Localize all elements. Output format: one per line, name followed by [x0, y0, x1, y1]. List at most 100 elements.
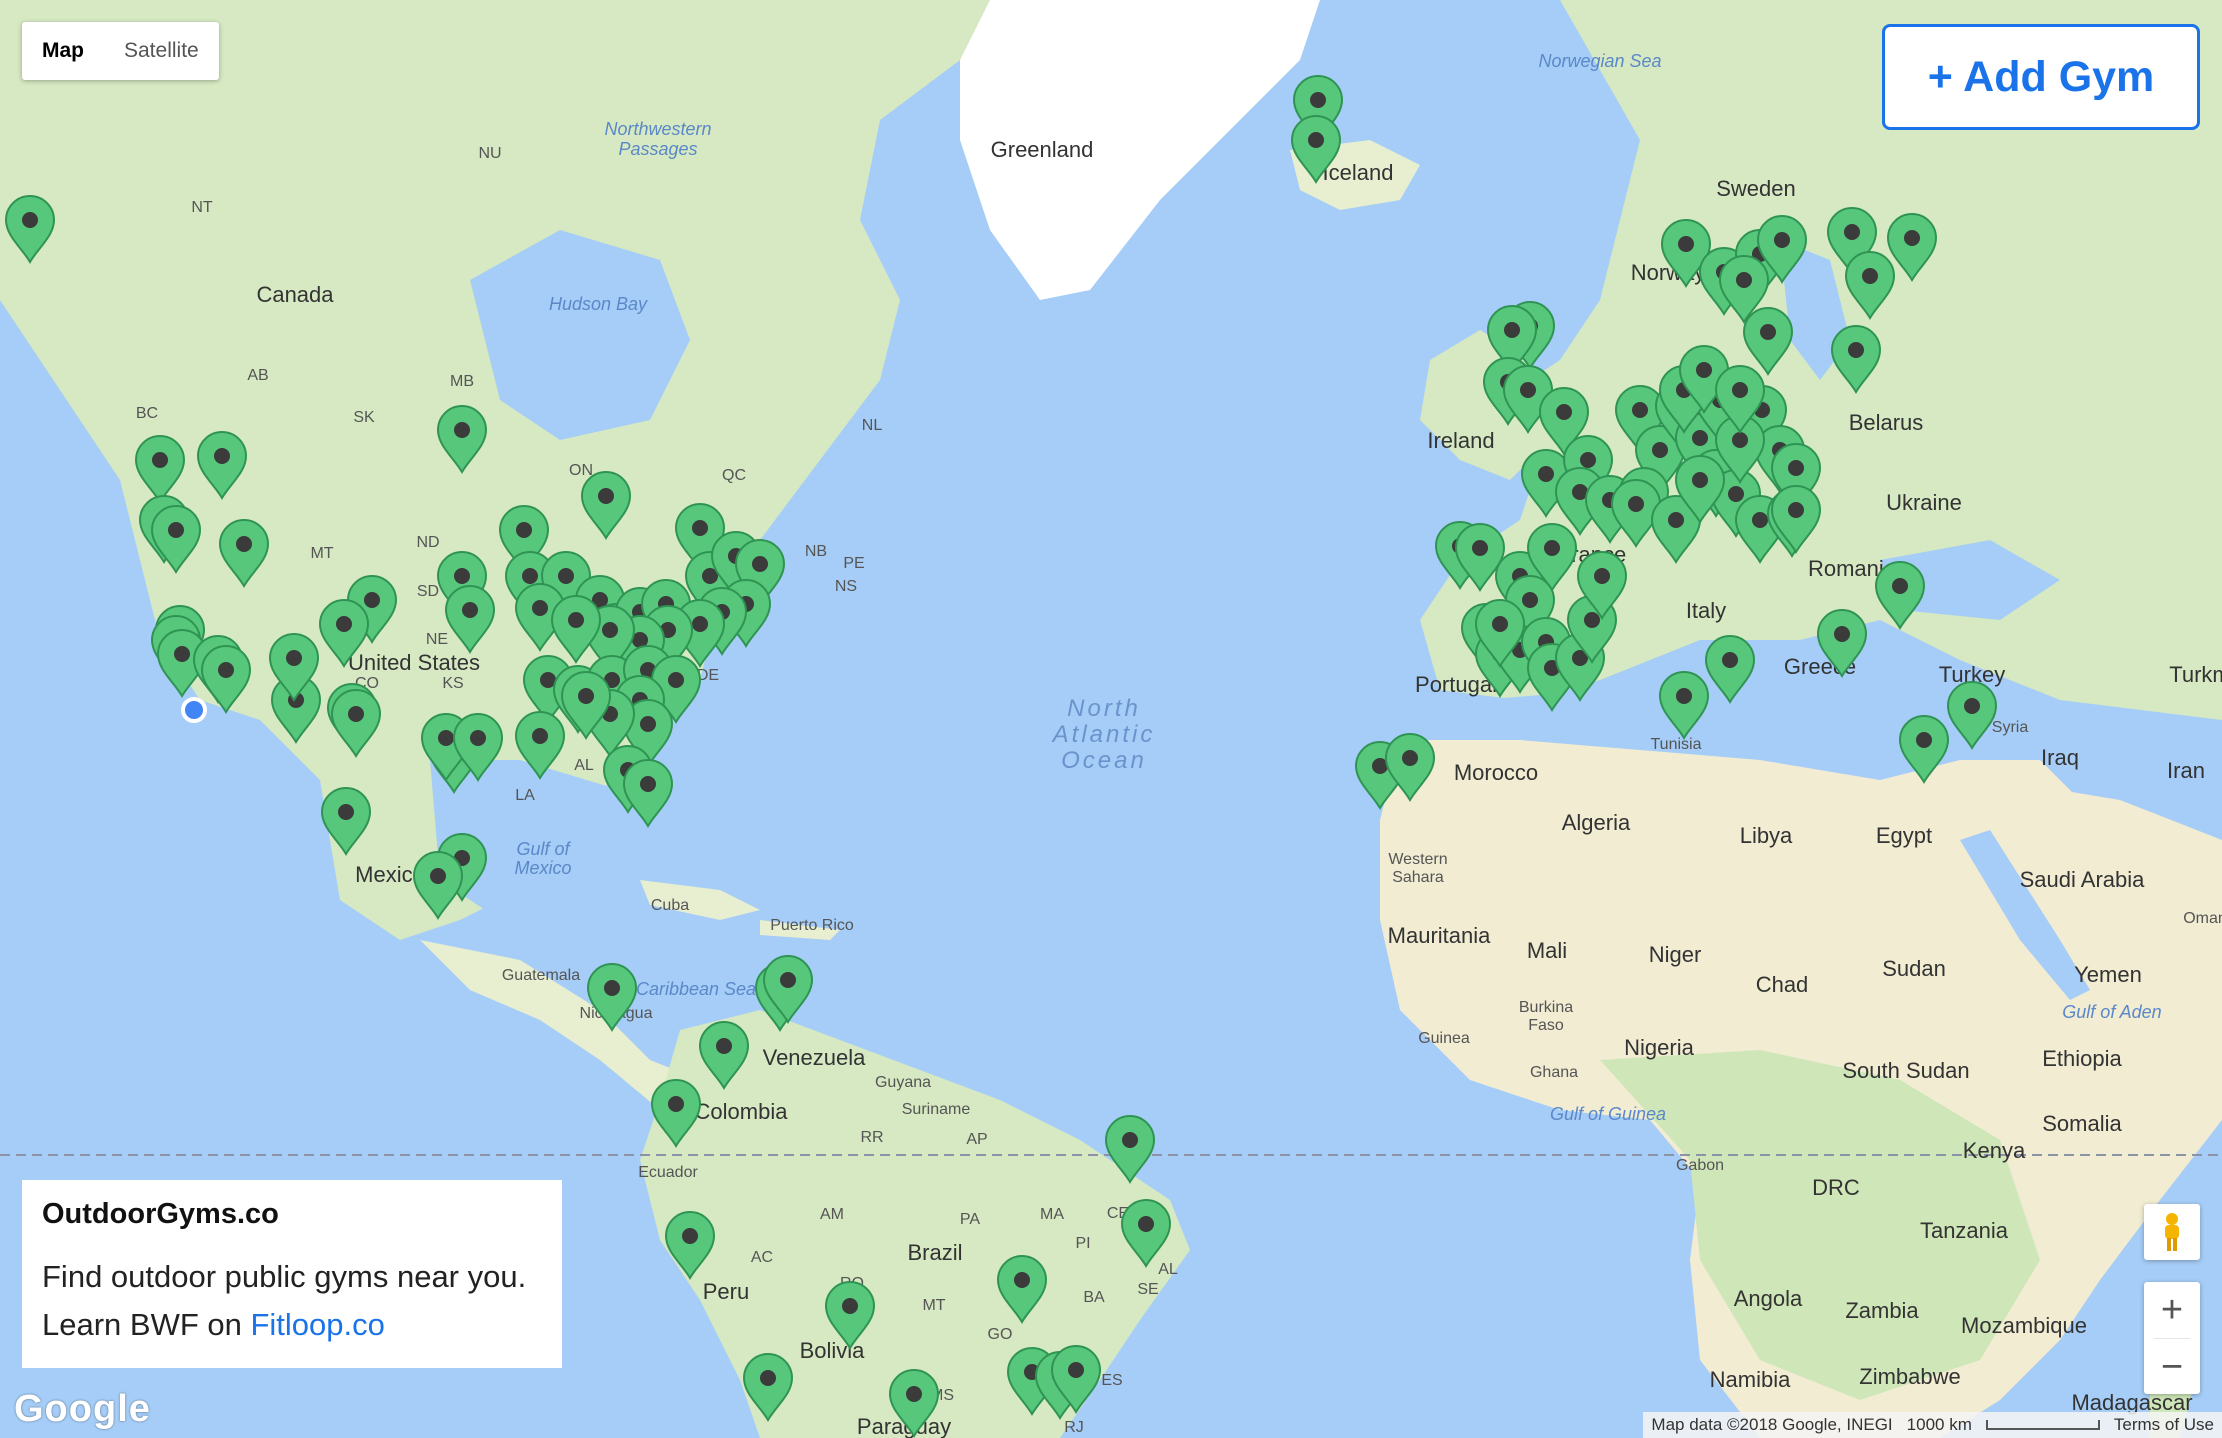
gym-marker-dot [640, 776, 656, 792]
gym-marker-dot [1788, 460, 1804, 476]
label-ne: NE [426, 631, 448, 648]
label-western-sahara-1: Western [1388, 851, 1447, 868]
label-egypt: Egypt [1876, 823, 1932, 848]
label-burkina-1: Burkina [1519, 999, 1573, 1016]
label-zambia: Zambia [1845, 1298, 1919, 1323]
gym-marker-dot [760, 1370, 776, 1386]
gym-marker-dot [1594, 568, 1610, 584]
gym-marker-dot [470, 730, 486, 746]
label-angola: Angola [1734, 1286, 1803, 1311]
label-norwegian-sea: Norwegian Sea [1538, 51, 1661, 71]
label-ks: KS [442, 675, 463, 692]
label-gulf-guinea: Gulf of Guinea [1550, 1104, 1666, 1124]
label-nd: ND [416, 534, 439, 551]
label-ocean: Ocean [1061, 747, 1147, 774]
label-se: SE [1137, 1281, 1158, 1298]
label-somalia: Somalia [2042, 1111, 2122, 1136]
label-gulf-aden: Gulf of Aden [2062, 1002, 2161, 1022]
gym-marker-dot [1520, 382, 1536, 398]
label-hudson-bay: Hudson Bay [549, 294, 648, 314]
label-morocco: Morocco [1454, 760, 1538, 785]
label-mt2: MT [922, 1297, 945, 1314]
label-gabon: Gabon [1676, 1157, 1724, 1174]
gym-marker-dot [1728, 486, 1744, 502]
brand-name: OutdoorGyms.co [42, 1198, 279, 1230]
zoom-out-button[interactable]: − [2144, 1339, 2200, 1395]
label-brazil: Brazil [907, 1240, 962, 1265]
label-nt: NT [191, 199, 213, 216]
gym-marker-dot [236, 536, 252, 552]
label-ac: AC [751, 1249, 773, 1266]
label-saudi-arabia: Saudi Arabia [2020, 867, 2146, 892]
gym-marker-dot [558, 568, 574, 584]
label-mt: MT [310, 545, 333, 562]
label-colombia: Colombia [695, 1099, 789, 1124]
gym-marker-dot [532, 600, 548, 616]
street-view-pegman[interactable] [2144, 1204, 2200, 1260]
satellite-view-button[interactable]: Satellite [104, 22, 219, 80]
google-logo[interactable]: Google [14, 1388, 151, 1431]
label-on: ON [569, 462, 593, 479]
label-ab: AB [247, 367, 268, 384]
learn-line: Learn BWF on Fitloop.co [42, 1301, 542, 1349]
label-ghana: Ghana [1530, 1064, 1578, 1081]
map-attribution: Map data ©2018 Google, INEGI 1000 km Ter… [1643, 1412, 2222, 1438]
gym-marker-dot [1632, 402, 1648, 418]
label-ba: BA [1083, 1289, 1105, 1306]
gym-marker-dot [348, 706, 364, 722]
gym-marker-dot [1904, 230, 1920, 246]
label-italy: Italy [1686, 598, 1726, 623]
label-pe: PE [843, 555, 864, 572]
gym-marker-dot [1308, 132, 1324, 148]
label-gulf-mexico-2: Mexico [514, 858, 571, 878]
terms-link[interactable]: Terms of Use [2114, 1415, 2214, 1435]
label-burkina-2: Faso [1528, 1017, 1564, 1034]
label-ireland: Ireland [1427, 428, 1494, 453]
gym-marker-dot [174, 646, 190, 662]
label-sk: SK [353, 409, 375, 426]
zoom-in-button[interactable]: + [2144, 1282, 2200, 1338]
label-pa: PA [960, 1211, 980, 1228]
label-sd: SD [417, 583, 439, 600]
label-tanzania: Tanzania [1920, 1218, 2009, 1243]
fitloop-link[interactable]: Fitloop.co [250, 1307, 384, 1342]
label-belarus: Belarus [1849, 410, 1924, 435]
gym-marker-dot [640, 716, 656, 732]
map-view-button[interactable]: Map [22, 22, 104, 80]
gym-marker-dot [1676, 688, 1692, 704]
label-mali: Mali [1527, 938, 1567, 963]
gym-marker-dot [1678, 236, 1694, 252]
label-gulf-mexico-1: Gulf of [516, 839, 571, 859]
label-drc: DRC [1812, 1175, 1860, 1200]
gym-marker-dot [522, 568, 538, 584]
gym-marker-dot [1138, 1216, 1154, 1232]
label-iraq: Iraq [2041, 745, 2079, 770]
gym-marker-dot [1652, 442, 1668, 458]
gym-marker-dot [168, 522, 184, 538]
gym-marker-dot [780, 972, 796, 988]
map-type-control: Map Satellite [22, 22, 219, 80]
label-cuba: Cuba [651, 897, 689, 914]
label-caribbean: Caribbean Sea [636, 979, 756, 999]
gym-marker-dot [454, 422, 470, 438]
label-al2: AL [1158, 1261, 1178, 1278]
add-gym-button[interactable]: + Add Gym [1882, 24, 2200, 130]
gym-marker-dot [1584, 612, 1600, 628]
tagline: Find outdoor public gyms near you. [42, 1259, 527, 1294]
gym-marker-dot [336, 616, 352, 632]
gym-marker-dot [1964, 698, 1980, 714]
label-guatemala: Guatemala [502, 967, 580, 984]
gym-marker-dot [692, 616, 708, 632]
gym-marker-dot [1580, 452, 1596, 468]
label-puerto-rico: Puerto Rico [770, 917, 854, 934]
gym-marker-dot [1538, 466, 1554, 482]
label-turkm: Turkm [2169, 662, 2222, 687]
gym-marker-dot [1732, 382, 1748, 398]
label-niger: Niger [1649, 942, 1702, 967]
gym-marker-dot [1628, 496, 1644, 512]
label-tunisia: Tunisia [1651, 736, 1702, 753]
label-rj: RJ [1064, 1419, 1084, 1436]
gym-marker-dot [602, 622, 618, 638]
label-ap: AP [966, 1131, 987, 1148]
gym-marker-dot [152, 452, 168, 468]
